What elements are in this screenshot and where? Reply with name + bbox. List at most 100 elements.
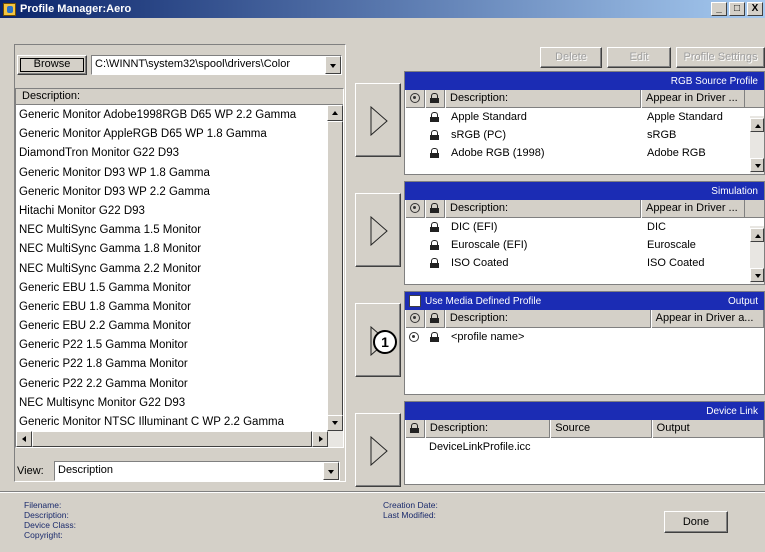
output-panel: Use Media Defined Profile Output Descrip… (404, 291, 765, 395)
simulation-title: Simulation (711, 185, 758, 197)
appear-column[interactable]: Appear in Driver ... (641, 200, 745, 218)
target-icon (410, 93, 420, 104)
list-item[interactable]: NEC Multisync Monitor G22 D93 (16, 394, 326, 413)
add-rgb-source-button[interactable] (355, 83, 401, 157)
profile-settings-button[interactable]: Profile Settings (676, 47, 765, 68)
list-item[interactable]: Generic EBU 2.2 Gamma Monitor (16, 317, 326, 336)
hscroll-thumb[interactable] (32, 431, 312, 447)
edit-button[interactable]: Edit (607, 47, 671, 68)
scroll-right-icon[interactable] (312, 431, 328, 447)
table-row[interactable]: DIC (EFI) DIC (405, 218, 764, 236)
table-row[interactable]: Euroscale (EFI) Euroscale (405, 236, 764, 254)
list-item[interactable]: Generic Monitor D93 WP 1.8 Gamma (16, 164, 326, 183)
scroll-down-icon[interactable] (327, 415, 343, 431)
vertical-scrollbar[interactable] (327, 105, 343, 431)
file-info-labels: Filename: Description: Device Class: Cop… (24, 500, 76, 540)
row-appear-in-driver: sRGB (647, 129, 677, 141)
table-row[interactable]: sRGB (PC) sRGB (405, 126, 764, 144)
browse-button[interactable]: Browse (17, 55, 87, 75)
scroll-up-icon[interactable] (750, 228, 764, 242)
list-item[interactable]: Generic P22 1.8 Gamma Monitor (16, 355, 326, 374)
lock-icon (430, 148, 439, 159)
list-item[interactable]: Generic Monitor D93 WP 2.2 Gamma (16, 183, 326, 202)
description-label: Description: (24, 510, 69, 520)
target-icon-column[interactable] (405, 90, 425, 108)
table-row[interactable]: Adobe RGB (1998) Adobe RGB (405, 144, 764, 162)
list-item[interactable]: DeviceLinkProfile.icc (405, 438, 764, 456)
source-column[interactable]: Source (550, 420, 652, 438)
simulation-scrollbar[interactable] (750, 226, 764, 284)
row-description: ISO Coated (451, 257, 509, 269)
chevron-down-icon[interactable] (325, 56, 341, 74)
list-item[interactable]: DiamondTron Monitor G22 D93 (16, 144, 326, 163)
scroll-up-icon[interactable] (327, 105, 343, 121)
table-row[interactable]: <profile name> (405, 328, 764, 346)
lock-icon-column[interactable] (425, 200, 445, 218)
row-lock-cell (426, 144, 447, 162)
appear-column[interactable]: Appear in Driver a... (650, 310, 764, 328)
add-simulation-button[interactable] (355, 193, 401, 267)
list-item[interactable]: Generic P22 1.5 Gamma Monitor (16, 336, 326, 355)
table-row[interactable]: Apple Standard Apple Standard (405, 108, 764, 126)
horizontal-scrollbar[interactable] (16, 431, 343, 447)
appear-column[interactable]: Appear in Driver ... (641, 90, 745, 108)
description-column[interactable]: Description: (445, 90, 641, 108)
device-link-name: DeviceLinkProfile.icc (429, 441, 531, 453)
delete-button[interactable]: Delete (540, 47, 602, 68)
use-media-profile-checkbox[interactable] (409, 295, 421, 307)
lock-icon-column[interactable] (405, 420, 425, 438)
device-class-label: Device Class: (24, 520, 76, 530)
view-select-value: Description (58, 464, 114, 476)
table-row[interactable]: ISO Coated ISO Coated (405, 254, 764, 272)
list-column-header[interactable]: Description: (16, 89, 343, 105)
play-arrow-icon (370, 436, 388, 466)
target-icon-column[interactable] (405, 310, 425, 328)
chevron-down-icon[interactable] (323, 462, 339, 480)
view-select[interactable]: Description (54, 461, 340, 481)
add-device-link-button[interactable] (355, 413, 401, 487)
callout-badge: 1 (373, 330, 397, 354)
app-icon (3, 2, 16, 16)
list-item[interactable]: Generic P22 2.2 Gamma Monitor (16, 375, 326, 394)
scroll-up-icon[interactable] (750, 118, 764, 132)
row-description: <profile name> (451, 331, 525, 343)
list-item[interactable]: Generic Monitor AppleRGB D65 WP 1.8 Gamm… (16, 125, 326, 144)
lock-icon (429, 313, 439, 324)
description-column[interactable]: Description: (444, 310, 651, 328)
row-target-cell (405, 126, 426, 144)
list-item[interactable]: NEC MultiSync Gamma 1.8 Monitor (16, 240, 326, 259)
output-column[interactable]: Output (651, 420, 764, 438)
scroll-thumb[interactable] (327, 121, 343, 421)
list-item[interactable]: Generic EBU 1.5 Gamma Monitor (16, 279, 326, 298)
scroll-down-icon[interactable] (750, 268, 764, 282)
list-item[interactable]: Generic Monitor NTSC Illuminant C WP 2.2… (16, 413, 326, 432)
list-item[interactable]: Generic Monitor Adobe1998RGB D65 WP 2.2 … (16, 106, 326, 125)
row-lock-cell (426, 218, 447, 236)
lock-icon-column[interactable] (424, 310, 445, 328)
target-icon[interactable] (409, 332, 419, 343)
row-target-cell (405, 236, 426, 254)
simulation-panel: Simulation Description: Appear in Driver… (404, 181, 765, 285)
lock-icon (430, 203, 439, 214)
rgb-scrollbar[interactable] (750, 116, 764, 174)
list-item[interactable]: Generic EBU 1.8 Gamma Monitor (16, 298, 326, 317)
description-column[interactable]: Description: (445, 200, 641, 218)
lock-icon-column[interactable] (425, 90, 445, 108)
list-item[interactable]: NEC MultiSync Gamma 1.5 Monitor (16, 221, 326, 240)
folder-path-combo[interactable]: C:\WINNT\system32\spool\drivers\Color (91, 55, 342, 75)
list-item[interactable]: NEC MultiSync Gamma 2.2 Monitor (16, 260, 326, 279)
description-column[interactable]: Description: (424, 420, 551, 438)
window-title: Profile Manager:Aero (20, 3, 132, 15)
lock-icon (430, 130, 439, 141)
scroll-left-icon[interactable] (16, 431, 32, 447)
target-icon-column[interactable] (405, 200, 425, 218)
close-button[interactable]: X (747, 2, 763, 16)
minimize-button[interactable]: _ (711, 2, 727, 16)
output-header: Use Media Defined Profile Output (405, 292, 764, 310)
row-lock-cell (426, 108, 447, 126)
list-item[interactable]: Hitachi Monitor G22 D93 (16, 202, 326, 221)
last-modified-label: Last Modified: (383, 510, 436, 520)
done-button[interactable]: Done (664, 511, 728, 533)
scroll-down-icon[interactable] (750, 158, 764, 172)
maximize-button[interactable]: □ (729, 2, 745, 16)
